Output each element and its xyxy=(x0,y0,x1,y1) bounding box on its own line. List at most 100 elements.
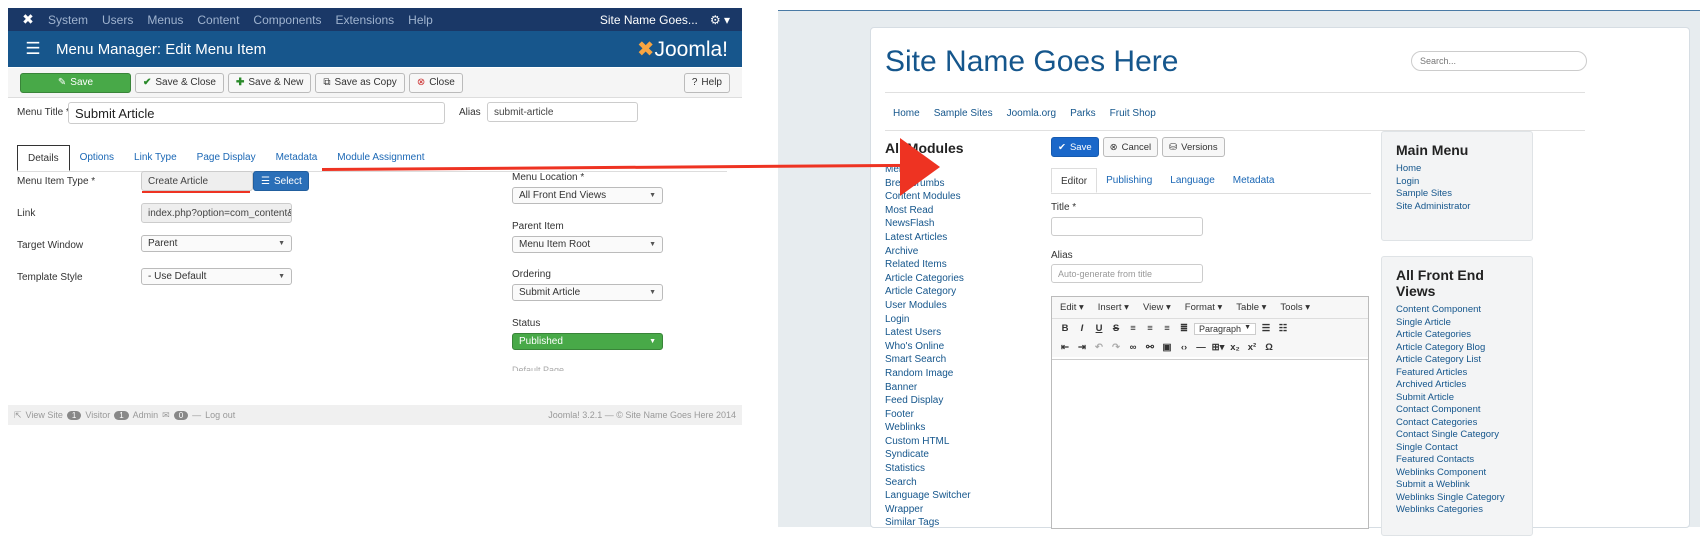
strikethrough-icon[interactable]: S xyxy=(1109,323,1123,334)
close-button[interactable]: ⊗ Close xyxy=(408,72,463,93)
module-link[interactable]: Random Image xyxy=(885,367,971,381)
module-link[interactable]: Article Categories xyxy=(885,272,971,286)
help-button[interactable]: ? Help xyxy=(683,72,730,93)
module-link[interactable]: Latest Articles xyxy=(885,231,971,245)
align-right-icon[interactable]: ≡ xyxy=(1160,323,1174,334)
subscript-icon[interactable]: x₂ xyxy=(1228,342,1242,353)
template-style-select[interactable]: - Use Default ▼ xyxy=(141,268,292,285)
front-end-view-link[interactable]: Article Categories xyxy=(1396,329,1518,342)
numbered-list-icon[interactable]: ☷ xyxy=(1276,323,1290,334)
menu-extensions[interactable]: Extensions xyxy=(335,13,394,27)
menu-components[interactable]: Components xyxy=(253,13,321,27)
menu-menus[interactable]: Menus xyxy=(147,13,183,27)
module-link[interactable]: User Modules xyxy=(885,299,971,313)
tab-metadata[interactable]: Metadata xyxy=(266,145,328,171)
select-button[interactable]: ☰ Select xyxy=(253,171,309,191)
front-end-view-link[interactable]: Single Article xyxy=(1396,317,1518,330)
module-link[interactable]: Wrapper xyxy=(885,503,971,517)
menu-edit[interactable]: Edit ▾ xyxy=(1060,302,1084,313)
module-link[interactable]: Footer xyxy=(885,408,971,422)
tab-publishing[interactable]: Publishing xyxy=(1097,168,1161,193)
nav-parks[interactable]: Parks xyxy=(1070,108,1096,119)
module-link[interactable]: Feed Display xyxy=(885,394,971,408)
align-justify-icon[interactable]: ≣ xyxy=(1177,323,1191,334)
module-link[interactable]: NewsFlash xyxy=(885,217,971,231)
menu-system[interactable]: System xyxy=(48,13,88,27)
front-end-view-link[interactable]: Contact Categories xyxy=(1396,417,1518,430)
site-title[interactable]: Site Name Goes Here xyxy=(885,45,1178,79)
nav-sample-sites[interactable]: Sample Sites xyxy=(934,108,993,119)
menu-title-input[interactable]: Submit Article xyxy=(68,102,445,124)
align-center-icon[interactable]: ≡ xyxy=(1143,323,1157,334)
tab-link-type[interactable]: Link Type xyxy=(124,145,187,171)
tab-metadata[interactable]: Metadata xyxy=(1224,168,1284,193)
align-left-icon[interactable]: ≡ xyxy=(1126,323,1140,334)
module-link[interactable]: Statistics xyxy=(885,462,971,476)
front-end-view-link[interactable]: Weblinks Component xyxy=(1396,467,1518,480)
menu-help[interactable]: Help xyxy=(408,13,433,27)
gear-icon[interactable]: ⚙ ▾ xyxy=(710,13,730,27)
main-menu-link[interactable]: Login xyxy=(1396,176,1518,189)
cancel-button[interactable]: ⊗ Cancel xyxy=(1102,137,1159,157)
menu-table[interactable]: Table ▾ xyxy=(1236,302,1266,313)
menu-format[interactable]: Format ▾ xyxy=(1185,302,1223,313)
undo-icon[interactable]: ↶ xyxy=(1092,342,1106,353)
tab-options[interactable]: Options xyxy=(70,145,124,171)
front-end-view-link[interactable]: Content Component xyxy=(1396,304,1518,317)
main-menu-link[interactable]: Home xyxy=(1396,163,1518,176)
front-end-view-link[interactable]: Contact Single Category xyxy=(1396,429,1518,442)
save-copy-button[interactable]: ⧉ Save as Copy xyxy=(315,72,405,93)
module-link[interactable]: Language Switcher xyxy=(885,489,971,503)
parent-item-select[interactable]: Menu Item Root ▼ xyxy=(512,236,663,253)
redo-icon[interactable]: ↷ xyxy=(1109,342,1123,353)
mail-count[interactable]: 0 xyxy=(173,410,189,420)
title-input[interactable] xyxy=(1051,217,1203,236)
bullet-list-icon[interactable]: ☰ xyxy=(1259,323,1273,334)
outdent-icon[interactable]: ⇤ xyxy=(1058,342,1072,353)
module-link[interactable]: Weblinks xyxy=(885,421,971,435)
module-link[interactable]: Related Items xyxy=(885,258,971,272)
table-icon[interactable]: ⊞▾ xyxy=(1211,342,1225,353)
front-end-view-link[interactable]: Article Category List xyxy=(1396,354,1518,367)
save-button[interactable]: ✎ Save xyxy=(20,72,131,93)
module-link[interactable]: Who's Online xyxy=(885,340,971,354)
module-link[interactable]: Banner xyxy=(885,381,971,395)
front-end-view-link[interactable]: Contact Component xyxy=(1396,404,1518,417)
tab-details[interactable]: Details xyxy=(17,145,70,171)
special-char-icon[interactable]: Ω xyxy=(1262,342,1276,353)
menu-insert[interactable]: Insert ▾ xyxy=(1098,302,1129,313)
module-link[interactable]: Archive xyxy=(885,245,971,259)
superscript-icon[interactable]: x² xyxy=(1245,342,1259,353)
module-link[interactable]: Similar Tags xyxy=(885,516,971,530)
image-icon[interactable]: ▣ xyxy=(1160,342,1174,353)
tab-page-display[interactable]: Page Display xyxy=(187,145,266,171)
view-site-link[interactable]: View Site xyxy=(26,410,63,420)
status-select[interactable]: Published ▼ xyxy=(512,333,663,350)
menu-content[interactable]: Content xyxy=(197,13,239,27)
tab-language[interactable]: Language xyxy=(1161,168,1224,193)
nav-joomla-org[interactable]: Joomla.org xyxy=(1007,108,1056,119)
front-end-view-link[interactable]: Weblinks Single Category xyxy=(1396,492,1518,505)
front-end-view-link[interactable]: Featured Articles xyxy=(1396,367,1518,380)
front-end-view-link[interactable]: Submit a Weblink xyxy=(1396,479,1518,492)
paragraph-select[interactable]: Paragraph ▼ xyxy=(1194,322,1256,335)
tab-editor[interactable]: Editor xyxy=(1051,168,1098,193)
editor-content-area[interactable] xyxy=(1052,359,1368,528)
save-button[interactable]: ✔ Save xyxy=(1051,137,1099,157)
front-end-view-link[interactable]: Archived Articles xyxy=(1396,379,1518,392)
indent-icon[interactable]: ⇥ xyxy=(1075,342,1089,353)
horizontal-rule-icon[interactable]: — xyxy=(1194,342,1208,353)
nav-home[interactable]: Home xyxy=(893,108,920,119)
versions-button[interactable]: ⛁ Versions xyxy=(1162,137,1225,157)
alias-input[interactable]: submit-article xyxy=(487,102,638,122)
module-link[interactable]: Most Read xyxy=(885,204,971,218)
menu-users[interactable]: Users xyxy=(102,13,133,27)
ordering-select[interactable]: Submit Article ▼ xyxy=(512,284,663,301)
site-name-link[interactable]: Site Name Goes... xyxy=(600,13,698,27)
menu-tools[interactable]: Tools ▾ xyxy=(1280,302,1310,313)
menu-view[interactable]: View ▾ xyxy=(1143,302,1171,313)
module-link[interactable]: Article Category xyxy=(885,285,971,299)
target-window-select[interactable]: Parent ▼ xyxy=(141,235,292,252)
unlink-icon[interactable]: ⚯ xyxy=(1143,342,1157,353)
logout-link[interactable]: Log out xyxy=(205,410,235,420)
